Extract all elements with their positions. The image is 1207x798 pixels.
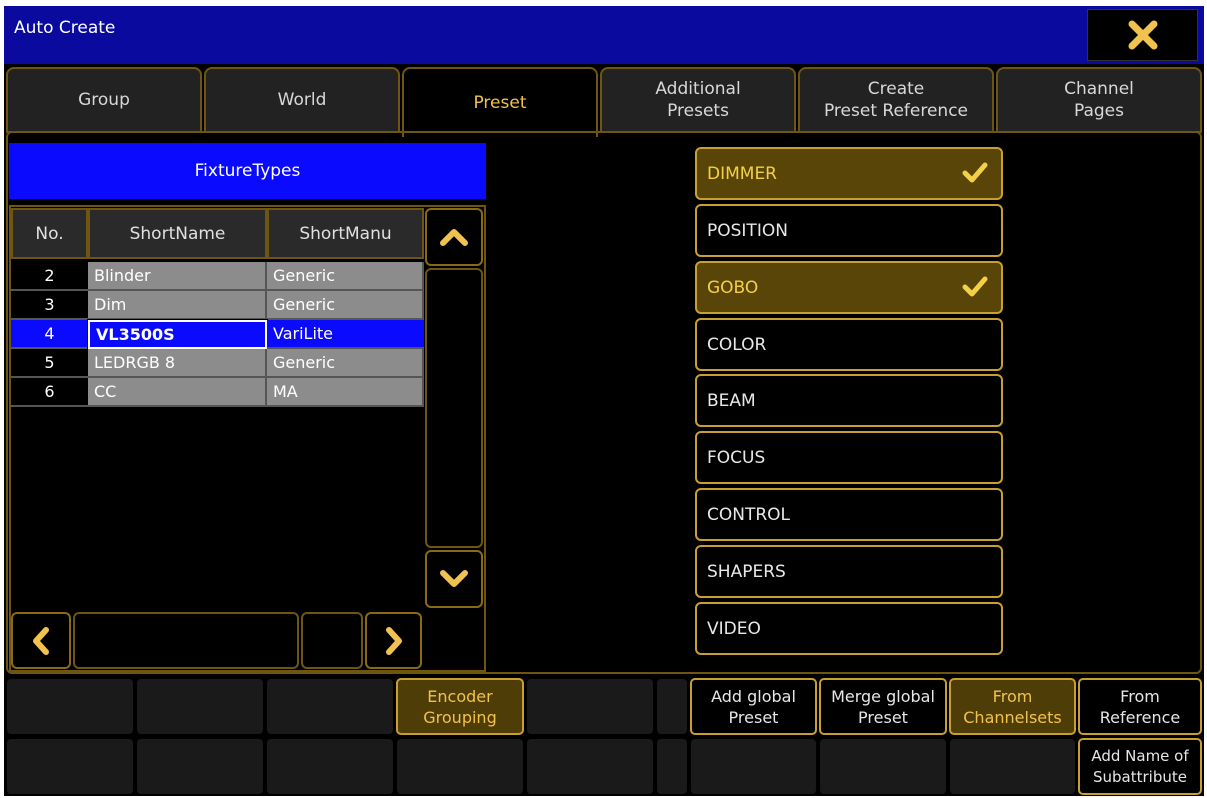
row-shortmanu[interactable]: Generic <box>267 291 424 320</box>
column-header-shortname[interactable]: ShortName <box>88 208 267 259</box>
add-name-of-subattribute-button[interactable]: Add Name of Subattribute <box>1078 738 1202 795</box>
checkmark-icon <box>962 276 988 297</box>
row-no: 5 <box>11 349 88 378</box>
empty-button[interactable] <box>526 678 654 735</box>
tab-label: Additional Presets <box>655 79 741 121</box>
empty-button[interactable] <box>396 738 524 795</box>
horizontal-scroll-thumb[interactable] <box>301 612 363 669</box>
scroll-up-button[interactable] <box>425 208 483 266</box>
attribute-color-button[interactable]: COLOR <box>695 318 1003 371</box>
attribute-position-button[interactable]: POSITION <box>695 204 1003 257</box>
tab-label: Channel Pages <box>1064 79 1134 121</box>
checkmark-icon <box>962 162 988 183</box>
tab-label: World <box>277 90 327 110</box>
row-no: 3 <box>11 291 88 320</box>
attribute-label: FOCUS <box>707 447 766 468</box>
attribute-label: SHAPERS <box>707 561 786 582</box>
encoder-grouping-button[interactable]: Encoder Grouping <box>396 678 524 735</box>
table-row[interactable]: 3 Dim Generic <box>11 291 424 320</box>
empty-button[interactable] <box>690 738 817 795</box>
empty-button[interactable] <box>819 738 947 795</box>
row-shortname[interactable]: Blinder <box>88 262 267 291</box>
table-row-selected[interactable]: 4 VL3500S VariLite <box>11 319 424 350</box>
chevron-up-icon <box>440 229 468 246</box>
attribute-label: VIDEO <box>707 618 761 639</box>
empty-button[interactable] <box>6 678 134 735</box>
title-bar <box>4 6 1204 64</box>
attribute-label: POSITION <box>707 220 788 241</box>
attribute-label: GOBO <box>707 277 759 298</box>
fixture-types-table-body: 2 Blinder Generic 3 Dim Generic 4 VL3500… <box>11 262 424 407</box>
tab-label: Group <box>78 90 130 110</box>
merge-global-preset-button[interactable]: Merge global Preset <box>819 678 947 735</box>
chevron-right-icon <box>385 626 402 655</box>
empty-button[interactable] <box>266 738 394 795</box>
row-shortname[interactable]: Dim <box>88 291 267 320</box>
button-label: From Reference <box>1099 686 1181 727</box>
attribute-shapers-button[interactable]: SHAPERS <box>695 545 1003 598</box>
empty-button[interactable] <box>949 738 1076 795</box>
row-shortname[interactable]: VL3500S <box>87 319 268 350</box>
empty-button[interactable] <box>136 738 264 795</box>
row-no: 6 <box>11 378 88 407</box>
column-header-no[interactable]: No. <box>11 208 88 259</box>
scroll-left-button[interactable] <box>11 612 71 669</box>
tab-preset[interactable]: Preset <box>402 67 598 137</box>
row-shortname[interactable]: CC <box>88 378 267 407</box>
tab-channel-pages[interactable]: Channel Pages <box>996 67 1202 133</box>
tab-group[interactable]: Group <box>6 67 202 133</box>
button-label: Add Name of Subattribute <box>1091 746 1189 786</box>
chevron-left-icon <box>33 626 49 655</box>
add-global-preset-button[interactable]: Add global Preset <box>690 678 817 735</box>
from-reference-button[interactable]: From Reference <box>1078 678 1202 735</box>
button-label: Add global Preset <box>711 686 796 727</box>
column-header-shortmanu[interactable]: ShortManu <box>267 208 424 259</box>
row-no: 4 <box>11 320 88 349</box>
button-label: From Channelsets <box>963 686 1062 727</box>
window-title: Auto Create <box>14 18 116 38</box>
tab-additional-presets[interactable]: Additional Presets <box>600 67 796 133</box>
attribute-label: COLOR <box>707 334 767 355</box>
empty-button[interactable] <box>6 738 134 795</box>
button-label: Merge global Preset <box>831 686 935 727</box>
empty-button[interactable] <box>266 678 394 735</box>
row-shortname[interactable]: LEDRGB 8 <box>88 349 267 378</box>
attribute-control-button[interactable]: CONTROL <box>695 488 1003 541</box>
attribute-label: CONTROL <box>707 504 791 525</box>
fixture-types-title: FixtureTypes <box>9 143 486 199</box>
table-row[interactable]: 6 CC MA <box>11 378 424 407</box>
attribute-beam-button[interactable]: BEAM <box>695 374 1003 427</box>
from-channelsets-button[interactable]: From Channelsets <box>949 678 1076 735</box>
empty-button[interactable] <box>656 678 688 735</box>
empty-button[interactable] <box>136 678 264 735</box>
row-shortmanu[interactable]: Generic <box>267 349 424 378</box>
attribute-label: DIMMER <box>707 163 777 184</box>
attribute-label: BEAM <box>707 390 756 411</box>
attribute-video-button[interactable]: VIDEO <box>695 602 1003 655</box>
attribute-dimmer-button[interactable]: DIMMER <box>695 147 1003 200</box>
scroll-down-button[interactable] <box>425 550 483 608</box>
table-row[interactable]: 2 Blinder Generic <box>11 262 424 291</box>
close-icon <box>1128 20 1157 50</box>
attribute-gobo-button[interactable]: GOBO <box>695 261 1003 314</box>
scroll-right-button[interactable] <box>365 612 422 669</box>
tab-create-preset-reference[interactable]: Create Preset Reference <box>798 67 994 133</box>
row-shortmanu[interactable]: Generic <box>267 262 424 291</box>
tab-world[interactable]: World <box>204 67 400 133</box>
chevron-down-icon <box>440 570 468 587</box>
row-shortmanu[interactable]: MA <box>267 378 424 407</box>
close-button[interactable] <box>1087 9 1198 61</box>
table-row[interactable]: 5 LEDRGB 8 Generic <box>11 349 424 378</box>
scroll-track[interactable] <box>425 268 483 548</box>
attribute-focus-button[interactable]: FOCUS <box>695 431 1003 484</box>
tab-label: Preset <box>473 93 527 113</box>
row-no: 2 <box>11 262 88 291</box>
horizontal-scroll-track[interactable] <box>73 612 299 669</box>
empty-button[interactable] <box>526 738 654 795</box>
button-label: Encoder Grouping <box>423 686 497 727</box>
empty-button[interactable] <box>656 738 688 795</box>
row-shortmanu[interactable]: VariLite <box>267 320 424 349</box>
tab-label: Create Preset Reference <box>823 79 969 121</box>
